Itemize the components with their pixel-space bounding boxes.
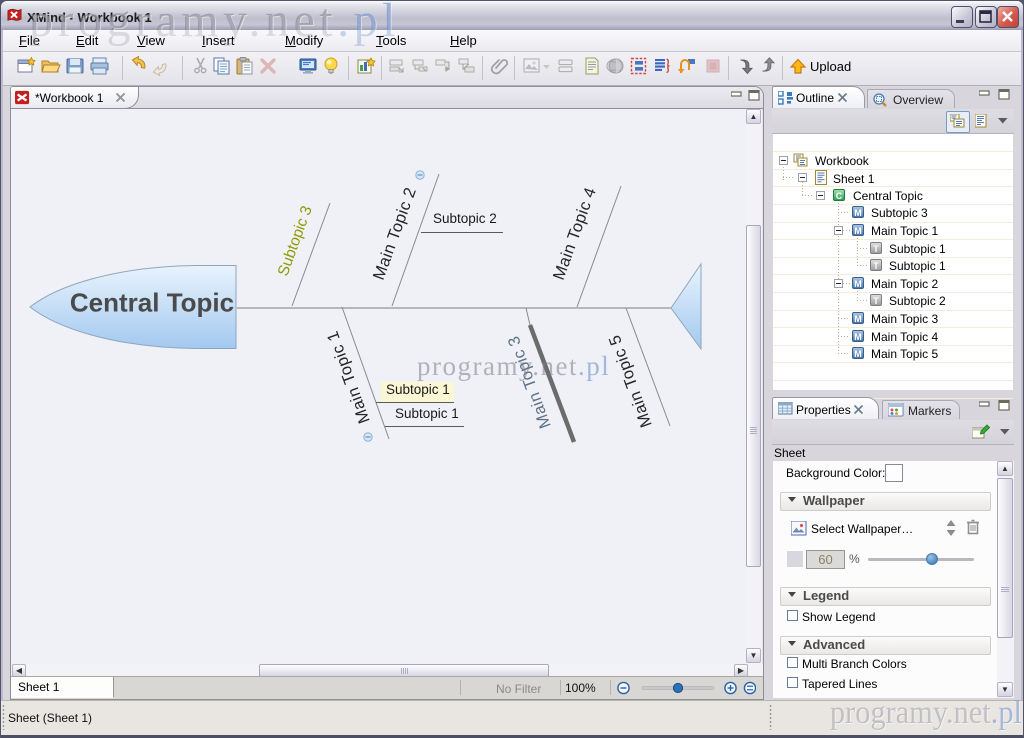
svg-text:Subtopic 3: Subtopic 3: [275, 204, 316, 279]
svg-text:Subtopic 1: Subtopic 1: [386, 382, 450, 397]
svg-text:Main Topic 4: Main Topic 4: [550, 185, 600, 282]
svg-text:Main Topic 5: Main Topic 5: [606, 332, 656, 429]
svg-text:Main Topic 1: Main Topic 1: [324, 328, 374, 425]
svg-text:Subtopic 1: Subtopic 1: [395, 406, 459, 421]
svg-text:Subtopic 2: Subtopic 2: [433, 211, 497, 226]
svg-text:Main Topic 2: Main Topic 2: [370, 185, 420, 282]
svg-text:Central Topic: Central Topic: [70, 288, 234, 318]
svg-text:Main Topic 3: Main Topic 3: [505, 333, 555, 430]
